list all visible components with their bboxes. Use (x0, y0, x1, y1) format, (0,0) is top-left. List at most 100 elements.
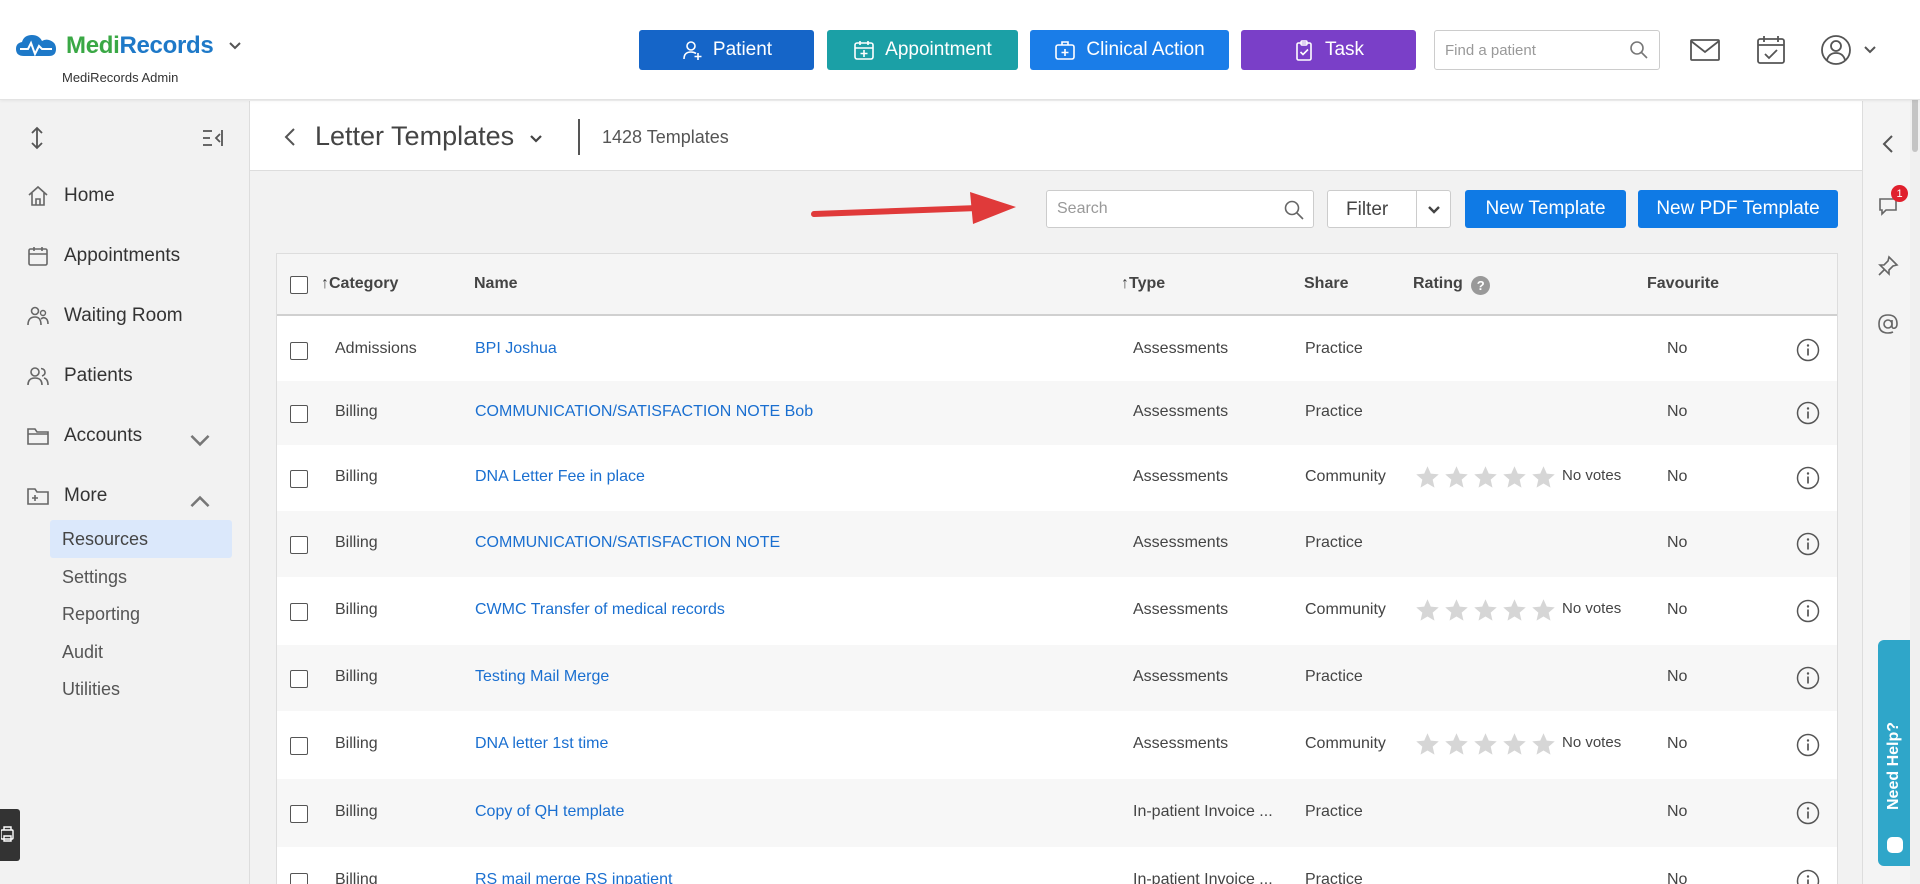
row-checkbox[interactable] (290, 737, 308, 755)
nav-sub-resources[interactable]: Resources (50, 520, 232, 558)
chevron-left-icon[interactable] (280, 127, 300, 147)
star-icon[interactable] (1472, 597, 1499, 624)
info-icon[interactable] (1796, 733, 1820, 757)
table-row[interactable]: Billing COMMUNICATION/SATISFACTION NOTE B… (277, 381, 1837, 445)
chevron-up-icon[interactable] (188, 489, 212, 513)
clinical-action-button[interactable]: Clinical Action (1030, 30, 1229, 70)
filter-button[interactable]: Filter (1327, 190, 1451, 228)
nav-sub-settings[interactable]: Settings (50, 558, 232, 596)
row-checkbox[interactable] (290, 342, 308, 360)
side-drawer-tab[interactable] (0, 809, 20, 861)
find-patient-input[interactable] (1435, 31, 1615, 69)
star-icon[interactable] (1472, 464, 1499, 491)
info-icon[interactable] (1796, 666, 1820, 690)
new-pdf-template-button[interactable]: New PDF Template (1638, 190, 1838, 228)
rating-stars[interactable] (1414, 731, 1557, 758)
star-icon[interactable] (1414, 597, 1441, 624)
cell-name-link[interactable]: RS mail merge RS inpatient (475, 871, 672, 884)
help-icon[interactable]: ? (1471, 276, 1491, 295)
row-checkbox[interactable] (290, 405, 308, 423)
info-icon[interactable] (1796, 869, 1820, 884)
info-icon[interactable] (1796, 532, 1820, 556)
chevron-down-icon[interactable] (1862, 42, 1878, 58)
column-rating[interactable]: Rating ? (1413, 275, 1491, 295)
column-favourite[interactable]: Favourite (1647, 275, 1719, 293)
rating-stars[interactable] (1414, 464, 1557, 491)
select-all-checkbox[interactable] (290, 276, 308, 294)
row-checkbox[interactable] (290, 873, 308, 884)
chevron-down-icon[interactable] (1426, 202, 1442, 218)
table-row[interactable]: Billing Copy of QH template In-patient Inv… (277, 779, 1837, 847)
page-scrollbar[interactable] (1910, 0, 1920, 884)
calendar-icon[interactable] (1755, 34, 1787, 66)
template-search-input[interactable] (1047, 191, 1267, 227)
star-icon[interactable] (1501, 731, 1528, 758)
reorder-arrows-icon[interactable] (24, 125, 50, 151)
search-icon[interactable] (1629, 40, 1649, 60)
table-row[interactable]: Billing RS mail merge RS inpatient In-pati… (277, 847, 1837, 884)
new-template-button[interactable]: New Template (1465, 190, 1626, 228)
chevron-down-icon[interactable] (227, 38, 243, 54)
column-category[interactable]: ↑Category (321, 275, 398, 293)
nav-appointments[interactable]: Appointments (26, 241, 226, 271)
star-icon[interactable] (1443, 597, 1470, 624)
table-row[interactable]: Admissions BPI Joshua Assessments Practice N… (277, 318, 1837, 381)
column-share[interactable]: Share (1304, 275, 1348, 293)
mention-icon[interactable] (1877, 313, 1899, 335)
cell-name-link[interactable]: Testing Mail Merge (475, 668, 609, 686)
column-name[interactable]: Name (474, 275, 518, 293)
chevron-down-icon[interactable] (188, 429, 212, 453)
page-title[interactable]: Letter Templates (315, 121, 514, 152)
cell-name-link[interactable]: DNA Letter Fee in place (475, 468, 645, 486)
row-checkbox[interactable] (290, 670, 308, 688)
row-checkbox[interactable] (290, 805, 308, 823)
info-icon[interactable] (1796, 466, 1820, 490)
cell-name-link[interactable]: COMMUNICATION/SATISFACTION NOTE (475, 534, 780, 552)
row-checkbox[interactable] (290, 603, 308, 621)
chevron-left-icon[interactable] (1877, 133, 1899, 155)
chevron-down-icon[interactable] (528, 131, 544, 147)
table-row[interactable]: Billing COMMUNICATION/SATISFACTION NOTE As… (277, 511, 1837, 577)
star-icon[interactable] (1530, 464, 1557, 491)
nav-sub-utilities[interactable]: Utilities (50, 670, 232, 708)
user-account-icon[interactable] (1820, 34, 1852, 66)
star-icon[interactable] (1443, 464, 1470, 491)
cell-name-link[interactable]: CWMC Transfer of medical records (475, 601, 725, 619)
row-checkbox[interactable] (290, 536, 308, 554)
new-patient-button[interactable]: Patient (639, 30, 814, 70)
table-row[interactable]: Billing DNA Letter Fee in place Assessment… (277, 445, 1837, 511)
table-row[interactable]: Billing Testing Mail Merge Assessments Prac… (277, 645, 1837, 711)
cell-name-link[interactable]: DNA letter 1st time (475, 735, 608, 753)
cell-name-link[interactable]: Copy of QH template (475, 803, 624, 821)
new-appointment-button[interactable]: Appointment (827, 30, 1018, 70)
star-icon[interactable] (1472, 731, 1499, 758)
nav-waiting-room[interactable]: Waiting Room (26, 301, 226, 331)
mail-icon[interactable] (1689, 34, 1721, 66)
app-logo[interactable]: MediRecords (14, 32, 243, 60)
nav-sub-reporting[interactable]: Reporting (50, 595, 232, 633)
star-icon[interactable] (1414, 731, 1441, 758)
rating-stars[interactable] (1414, 597, 1557, 624)
star-icon[interactable] (1501, 597, 1528, 624)
nav-home[interactable]: Home (26, 181, 226, 211)
search-icon[interactable] (1283, 199, 1305, 221)
collapse-sidebar-icon[interactable] (200, 125, 226, 151)
info-icon[interactable] (1796, 338, 1820, 362)
nav-sub-audit[interactable]: Audit (50, 633, 232, 671)
info-icon[interactable] (1796, 401, 1820, 425)
table-row[interactable]: Billing CWMC Transfer of medical records A… (277, 577, 1837, 645)
star-icon[interactable] (1443, 731, 1470, 758)
nav-accounts[interactable]: Accounts (26, 421, 226, 451)
star-icon[interactable] (1530, 597, 1557, 624)
cell-name-link[interactable]: COMMUNICATION/SATISFACTION NOTE Bob (475, 403, 813, 421)
nav-more[interactable]: More (26, 481, 226, 511)
star-icon[interactable] (1530, 731, 1557, 758)
nav-patients[interactable]: Patients (26, 361, 226, 391)
pin-icon[interactable] (1877, 255, 1899, 277)
info-icon[interactable] (1796, 599, 1820, 623)
info-icon[interactable] (1796, 801, 1820, 825)
new-task-button[interactable]: Task (1241, 30, 1416, 70)
need-help-widget[interactable]: Need Help? (1878, 640, 1912, 866)
table-row[interactable]: Billing DNA letter 1st time Assessments Com… (277, 711, 1837, 779)
cell-name-link[interactable]: BPI Joshua (475, 340, 557, 358)
